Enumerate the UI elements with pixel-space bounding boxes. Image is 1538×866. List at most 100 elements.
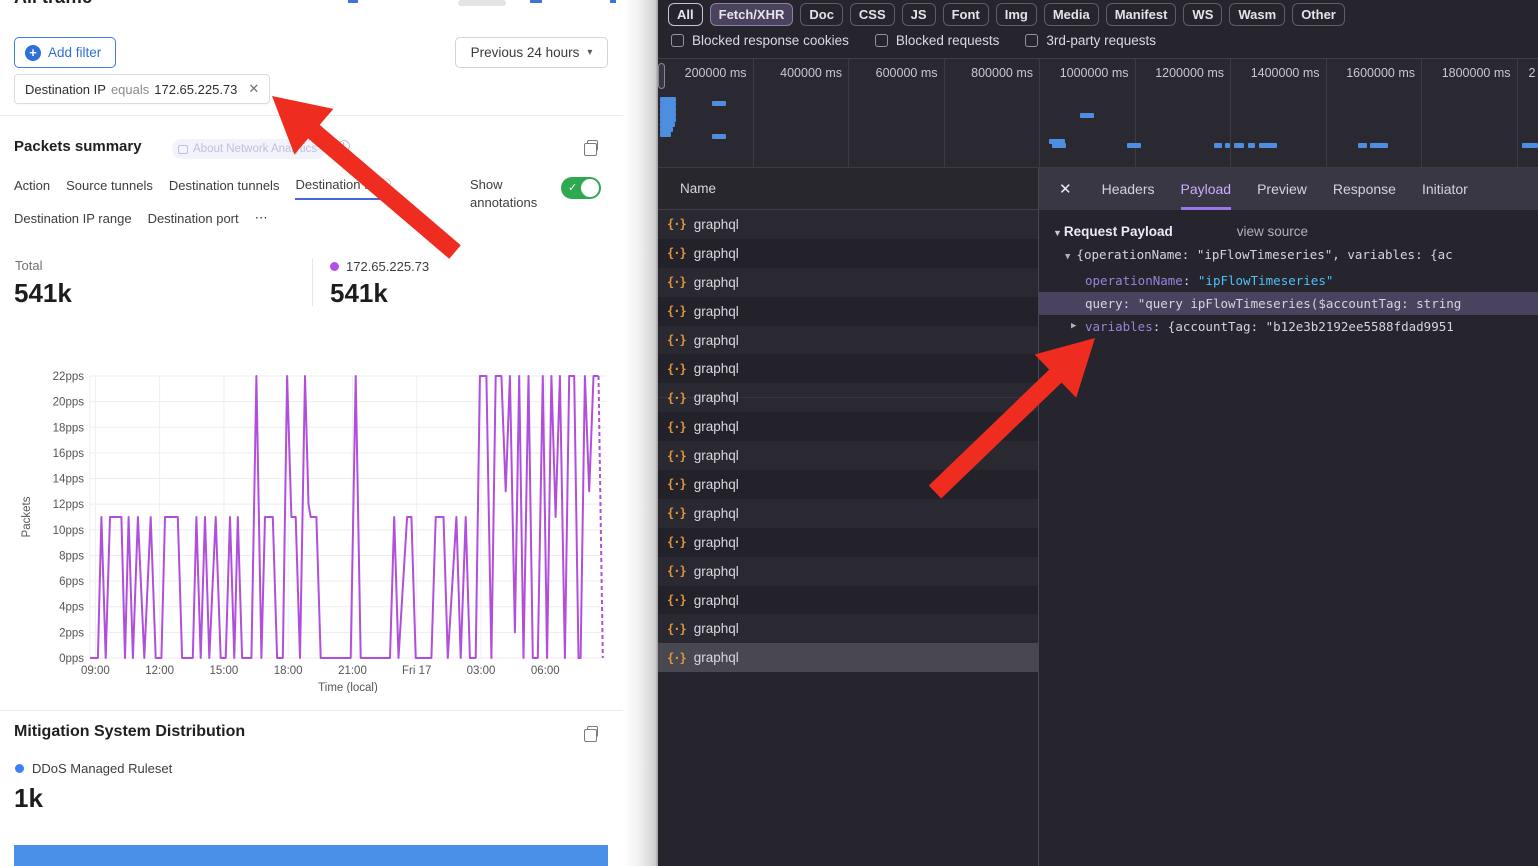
payload-row-query[interactable]: query: "query ipFlowTimeseries($accountT… (1039, 292, 1538, 315)
series-value: 541k (330, 278, 388, 309)
request-row-graphql[interactable]: {·}graphql (658, 499, 1038, 528)
show-annotations-toggle[interactable]: ✓ (561, 177, 601, 199)
svg-text:14pps: 14pps (53, 474, 85, 486)
svg-text:06:00: 06:00 (531, 665, 560, 677)
series-label: 172.65.225.73 (346, 259, 429, 274)
packets-chart: 0pps2pps4pps6pps8pps10pps12pps14pps16pps… (0, 358, 623, 693)
add-filter-button[interactable]: + Add filter (14, 37, 116, 68)
request-name: graphql (694, 361, 739, 376)
time-range-dropdown[interactable]: Previous 24 hours ▾ (455, 37, 608, 68)
svg-text:22pps: 22pps (53, 371, 85, 383)
request-row-graphql[interactable]: {·}graphql (658, 297, 1038, 326)
payload-row-operationname[interactable]: operationName: "ipFlowTimeseries" (1039, 269, 1538, 292)
detail-tab-headers[interactable]: Headers (1102, 168, 1155, 210)
svg-text:4pps: 4pps (59, 602, 84, 614)
expand-panel-icon[interactable] (587, 726, 598, 737)
request-row-graphql[interactable]: {·}graphql (658, 586, 1038, 615)
caret-collapsed-icon[interactable]: ▶ (1071, 315, 1076, 338)
tab-destination-ip[interactable]: Destination IPⓘ (295, 176, 391, 200)
network-overview-timeline[interactable]: 200000 ms400000 ms600000 ms800000 ms1000… (658, 58, 1538, 168)
request-row-graphql[interactable]: {·}graphql (658, 557, 1038, 586)
tab-destination-tunnels[interactable]: Destination tunnels (169, 176, 280, 200)
filter-pill-media[interactable]: Media (1044, 3, 1099, 26)
request-payload-title[interactable]: ▼Request Payload (1053, 224, 1173, 239)
json-braces-icon: {·} (667, 593, 686, 607)
svg-text:6pps: 6pps (59, 576, 84, 588)
tab-source-tunnels[interactable]: Source tunnels (66, 176, 153, 200)
tab-destination-ip-range[interactable]: Destination IP range (14, 210, 132, 232)
filter-pill-doc[interactable]: Doc (800, 3, 843, 26)
request-row-graphql[interactable]: {·}graphql (658, 441, 1038, 470)
tab-[interactable]: ⋯ (255, 210, 268, 232)
mitigation-title: Mitigation System Distribution (14, 723, 245, 741)
svg-text:18pps: 18pps (53, 422, 85, 434)
filter-pill-all[interactable]: All (668, 3, 703, 26)
filter-pill-wasm[interactable]: Wasm (1229, 3, 1285, 26)
waterfall-bar (1259, 143, 1277, 148)
request-row-graphql[interactable]: {·}graphql (658, 614, 1038, 643)
request-row-graphql[interactable]: {·}graphql (658, 210, 1038, 239)
name-column-header[interactable]: Name (658, 168, 1038, 210)
book-icon (178, 145, 188, 154)
filter-pill-ws[interactable]: WS (1183, 3, 1222, 26)
request-name: graphql (694, 564, 739, 579)
plus-icon: + (25, 45, 41, 61)
filter-pill-manifest[interactable]: Manifest (1106, 3, 1177, 26)
request-row-graphql[interactable]: {·}graphql (658, 326, 1038, 355)
mitigation-bar (14, 845, 608, 866)
request-row-graphql[interactable]: {·}graphql (658, 643, 1038, 672)
filter-pill-font[interactable]: Font (943, 3, 989, 26)
payload-value: {accountTag: "b12e3b2192ee5588fdad9951 (1168, 319, 1454, 334)
detail-tab-payload[interactable]: Payload (1181, 168, 1232, 210)
checkbox-icon[interactable] (1025, 34, 1038, 47)
checkbox-blocked-response-cookies[interactable]: Blocked response cookies (671, 33, 849, 48)
payload-separator: : (1153, 319, 1168, 334)
checkbox-blocked-requests[interactable]: Blocked requests (875, 33, 1000, 48)
timeline-tick-label: 400000 ms (780, 66, 842, 80)
request-row-graphql[interactable]: {·}graphql (658, 470, 1038, 499)
view-source-link[interactable]: view source (1237, 224, 1308, 239)
dimension-tabs-row2: Destination IP range Destination port ⋯ (14, 210, 268, 232)
filter-chip[interactable]: Destination IP equals 172.65.225.73 ✕ (14, 74, 270, 104)
expand-panel-icon[interactable] (587, 140, 598, 151)
request-name: graphql (694, 275, 739, 290)
detail-tab-preview[interactable]: Preview (1257, 168, 1307, 210)
filter-pill-fetch-xhr[interactable]: Fetch/XHR (710, 3, 794, 26)
checkbox-3rd-party-requests[interactable]: 3rd-party requests (1025, 33, 1156, 48)
stat-divider (312, 258, 313, 306)
remove-filter-icon[interactable]: ✕ (248, 81, 259, 97)
filter-pill-css[interactable]: CSS (850, 3, 895, 26)
request-name: graphql (694, 448, 739, 463)
request-row-graphql[interactable]: {·}graphql (658, 528, 1038, 557)
detail-tab-initiator[interactable]: Initiator (1422, 168, 1468, 210)
request-row-graphql[interactable]: {·}graphql (658, 268, 1038, 297)
payload-key: variables (1085, 319, 1153, 334)
request-row-graphql[interactable]: {·}graphql (658, 412, 1038, 441)
filter-pill-js[interactable]: JS (902, 3, 936, 26)
request-row-graphql[interactable]: {·}graphql (658, 354, 1038, 383)
close-icon[interactable]: ✕ (1059, 180, 1072, 198)
filter-pill-other[interactable]: Other (1292, 3, 1345, 26)
top-clipped-fragment (348, 0, 358, 3)
waterfall-bar (1522, 143, 1538, 148)
caret-expanded-icon[interactable]: ▼ (1065, 252, 1070, 262)
request-row-graphql[interactable]: {·}graphql (658, 239, 1038, 268)
tab-action[interactable]: Action (14, 176, 50, 200)
checkbox-icon[interactable] (671, 34, 684, 47)
request-name: graphql (694, 304, 739, 319)
json-braces-icon: {·} (667, 622, 686, 636)
about-network-analytics-badge[interactable]: About Network Analytics (172, 139, 326, 159)
timeline-tick-label: 2 (1529, 66, 1536, 80)
timeline-column: 400000 ms (754, 59, 850, 168)
tab-destination-port[interactable]: Destination port (148, 210, 239, 232)
payload-summary-row[interactable]: ▼{operationName: "ipFlowTimeseries", var… (1039, 243, 1538, 269)
detail-tab-response[interactable]: Response (1333, 168, 1396, 210)
timeline-tick-label: 200000 ms (685, 66, 747, 80)
svg-text:Fri 17: Fri 17 (402, 665, 431, 677)
timeline-column: 600000 ms (849, 59, 945, 168)
checkbox-icon[interactable] (875, 34, 888, 47)
filter-pill-img[interactable]: Img (996, 3, 1037, 26)
section-divider (0, 115, 623, 116)
total-label: Total (15, 258, 42, 273)
payload-row-variables[interactable]: ▶ variables: {accountTag: "b12e3b2192ee55… (1039, 315, 1538, 338)
